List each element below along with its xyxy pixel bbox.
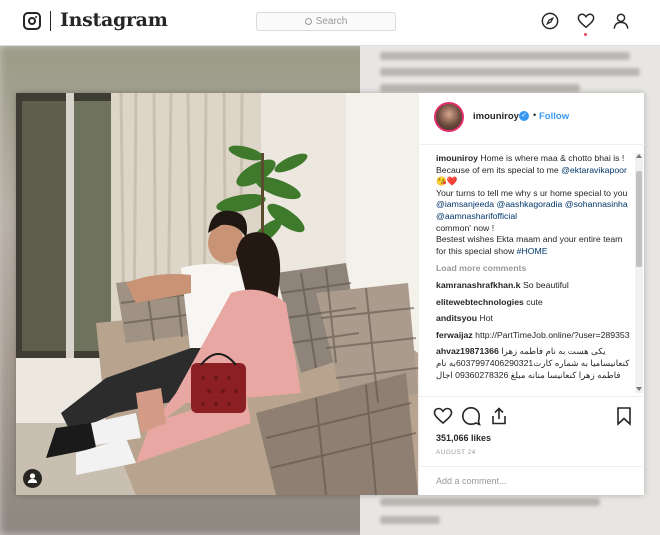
comment-username[interactable]: ahvaz19871366 — [436, 346, 499, 356]
search-placeholder: Search — [315, 16, 348, 27]
notification-dot — [584, 33, 587, 36]
comment-item: ferwaijaz http://PartTimeJob.online/?use… — [436, 330, 632, 342]
avatar[interactable] — [434, 102, 464, 132]
caption-mention-4[interactable]: @sohannasinha — [565, 199, 628, 209]
search-icon — [304, 18, 312, 25]
post-side-panel: imouniroy ✓ • Follow imouniroy Home is w… — [418, 93, 645, 495]
comment-item: elitewebtechnologies cute — [436, 297, 632, 309]
caption-mention-3[interactable]: @aashkagoradia — [497, 199, 563, 209]
comment-item: ahvaz19871366 یکی هست به نام فاطمه زهرا … — [436, 346, 632, 381]
comment-text: So beautiful — [522, 279, 569, 290]
add-comment-input[interactable]: Add a comment... — [419, 466, 645, 495]
likes-count[interactable]: 351,066 likes — [436, 433, 491, 443]
post-photo-illustration — [16, 93, 418, 495]
post-photo[interactable] — [16, 93, 418, 495]
post-actions: 351,066 likes AUGUST 24 — [419, 396, 645, 466]
verified-badge-icon: ✓ — [519, 111, 529, 121]
caption-hashtag[interactable]: #HOME — [517, 246, 548, 256]
post-date: AUGUST 24 — [436, 449, 476, 456]
caption-text-2: Your turns to tell me why s ur home spec… — [436, 187, 628, 198]
post-modal: imouniroy ✓ • Follow imouniroy Home is w… — [16, 93, 645, 495]
compass-icon[interactable] — [541, 12, 559, 30]
nav-divider — [50, 11, 51, 31]
scroll-up-arrow-icon[interactable] — [636, 154, 642, 158]
caption-mention-2[interactable]: @iamsanjeeda — [436, 199, 494, 209]
comment-icon[interactable] — [461, 406, 481, 426]
top-navigation-bar: Instagram Search — [0, 0, 660, 46]
caption-username[interactable]: imouniroy — [436, 153, 478, 163]
comment-item: anditsyou Hot — [436, 313, 632, 325]
scrollbar-thumb[interactable] — [636, 171, 642, 267]
separator-dot: • — [533, 110, 537, 120]
comment-username[interactable]: anditsyou — [436, 313, 477, 323]
comment-text: Hot — [479, 313, 493, 324]
instagram-logo-icon[interactable] — [23, 12, 41, 30]
post-header: imouniroy ✓ • Follow — [419, 93, 645, 145]
follow-button[interactable]: Follow — [539, 111, 569, 122]
comment-username[interactable]: kamranashrafkhan.k — [436, 280, 521, 290]
bookmark-icon[interactable] — [614, 406, 634, 426]
scroll-down-arrow-icon[interactable] — [636, 387, 642, 391]
share-icon[interactable] — [489, 406, 509, 426]
post-username[interactable]: imouniroy — [473, 111, 519, 122]
caption-emoji: 😘❤️ — [436, 176, 458, 187]
comment-text: cute — [526, 296, 543, 307]
caption-text-3: common' now ! — [436, 222, 495, 233]
comment-text: http://PartTimeJob.online/?user=289353 — [475, 329, 630, 340]
comment-username[interactable]: elitewebtechnologies — [436, 297, 524, 307]
heart-outline-icon[interactable] — [433, 406, 453, 426]
caption-mention-5[interactable]: @aamnasharifofficial — [436, 211, 517, 221]
user-icon[interactable] — [612, 12, 630, 30]
caption-mention-1[interactable]: @ektaravikapoor — [561, 165, 627, 175]
load-more-comments-button[interactable]: Load more comments — [436, 263, 632, 275]
comment-username[interactable]: ferwaijaz — [436, 330, 473, 340]
comments-list[interactable]: imouniroy Home is where maa & chotto bha… — [436, 153, 632, 393]
search-box[interactable]: Search — [256, 12, 396, 31]
post-caption: imouniroy Home is where maa & chotto bha… — [436, 153, 632, 257]
heart-icon[interactable] — [577, 12, 595, 30]
person-tag-icon — [27, 473, 38, 483]
instagram-wordmark[interactable]: Instagram — [60, 9, 168, 31]
tagged-people-badge[interactable] — [23, 469, 42, 488]
comment-item: kamranashrafkhan.k So beautiful — [436, 280, 632, 292]
